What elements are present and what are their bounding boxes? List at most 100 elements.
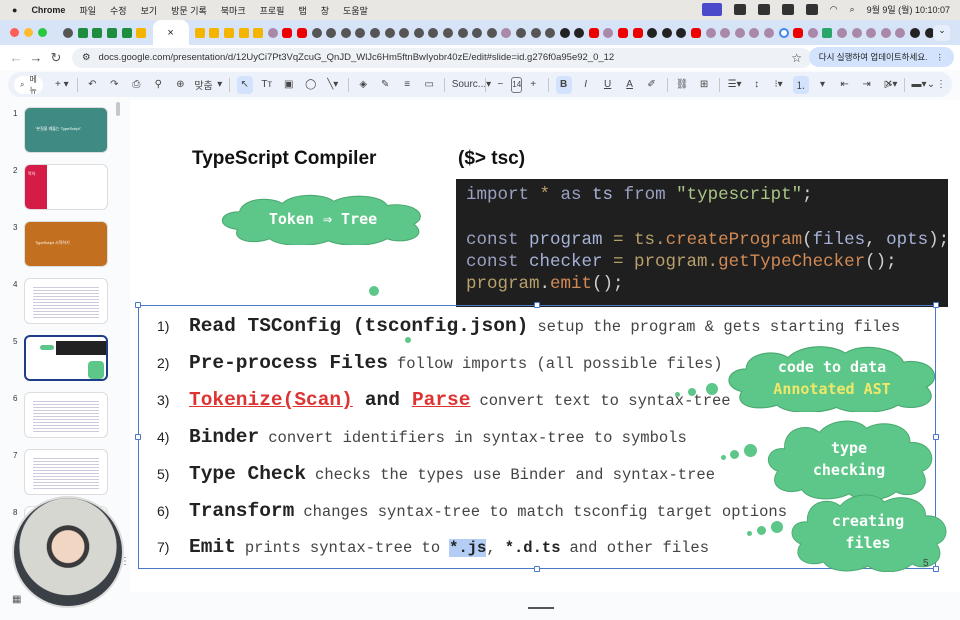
link-icon[interactable]: ⛓ bbox=[674, 76, 690, 94]
zoom-select[interactable]: 맞춤 ▾ bbox=[194, 76, 222, 94]
tab-favicon-misc-icon[interactable] bbox=[880, 27, 891, 38]
font-size-input[interactable]: 14 bbox=[511, 76, 523, 93]
tab-favicon-slide-icon[interactable] bbox=[194, 27, 205, 38]
tab-favicon-misc-icon[interactable] bbox=[720, 27, 731, 38]
tab-favicon-sheet-icon[interactable] bbox=[77, 27, 88, 38]
close-window-button[interactable] bbox=[10, 28, 19, 37]
tab-favicon-slide-icon[interactable] bbox=[136, 27, 147, 38]
tab-favicon-g-icon[interactable] bbox=[778, 27, 789, 38]
tab-favicon-globe-icon[interactable] bbox=[442, 27, 453, 38]
settings-icon[interactable] bbox=[733, 4, 746, 15]
slide-thumbnail[interactable] bbox=[24, 392, 108, 438]
url-input[interactable]: ⚙ docs.google.com/presentation/d/12UyCi7… bbox=[72, 47, 812, 68]
tab-favicon-globe-icon[interactable] bbox=[457, 27, 468, 38]
bold-button[interactable]: B bbox=[555, 75, 572, 94]
glasses-icon[interactable] bbox=[757, 4, 770, 15]
print-icon[interactable]: ⎙ bbox=[128, 76, 144, 94]
site-settings-icon[interactable]: ⚙ bbox=[82, 52, 91, 63]
shape-icon[interactable]: ◯ bbox=[303, 76, 319, 94]
battery-icon[interactable] bbox=[805, 4, 818, 15]
tab-favicon-sheet-icon[interactable] bbox=[121, 27, 132, 38]
highlight-icon[interactable]: ✐ bbox=[644, 76, 660, 94]
tab-favicon-globe-icon[interactable] bbox=[530, 27, 541, 38]
collapse-toolbar-icon[interactable]: ⌄ bbox=[923, 76, 939, 94]
undo-icon[interactable]: ↶ bbox=[84, 76, 100, 94]
increase-font-size-button[interactable]: + bbox=[525, 76, 541, 94]
speaker-notes-handle[interactable] bbox=[528, 607, 554, 609]
update-chrome-button[interactable]: 다시 실행하여 업데이트하세요. ⋮ bbox=[808, 47, 954, 67]
increase-indent-icon[interactable]: ⇥ bbox=[859, 76, 875, 94]
bluetooth-icon[interactable] bbox=[781, 4, 794, 15]
tab-favicon-globe-icon[interactable] bbox=[413, 27, 424, 38]
redo-icon[interactable]: ↷ bbox=[106, 76, 122, 94]
tab-favicon-gh-icon[interactable] bbox=[909, 27, 920, 38]
tab-favicon-gh-icon[interactable] bbox=[924, 27, 933, 38]
italic-button[interactable]: I bbox=[578, 76, 594, 94]
font-select[interactable]: Sourc... ▾ bbox=[452, 76, 492, 94]
tab-favicon-globe-icon[interactable] bbox=[355, 27, 366, 38]
reload-button[interactable]: ↻ bbox=[46, 50, 66, 66]
tab-favicon-globe-icon[interactable] bbox=[369, 27, 380, 38]
tab-favicon-yt-icon[interactable] bbox=[793, 27, 804, 38]
menu-view[interactable]: 보기 bbox=[141, 4, 158, 17]
bookmark-star-icon[interactable]: ☆ bbox=[791, 51, 802, 65]
tab-favicon-slide-icon[interactable] bbox=[224, 27, 235, 38]
slide-thumbnail[interactable] bbox=[24, 449, 108, 495]
tab-favicon-globe-icon[interactable] bbox=[399, 27, 410, 38]
tab-favicon-sheet-icon[interactable] bbox=[92, 27, 103, 38]
menu-profiles[interactable]: 프로필 bbox=[260, 4, 285, 17]
decrease-indent-icon[interactable]: ⇤ bbox=[837, 76, 853, 94]
active-tab[interactable]: × bbox=[152, 20, 189, 45]
new-slide-button[interactable]: + ▾ bbox=[54, 76, 70, 94]
cloud-type-checking[interactable]: type checking bbox=[762, 418, 936, 500]
tab-favicon-misc-icon[interactable] bbox=[764, 27, 775, 38]
menu-bookmarks[interactable]: 북마크 bbox=[221, 4, 246, 17]
tab-favicon-gh-icon[interactable] bbox=[559, 27, 570, 38]
underline-button[interactable]: U bbox=[600, 76, 616, 94]
tab-favicon-gh-icon[interactable] bbox=[647, 27, 658, 38]
menu-search-input[interactable]: ⌕ 메뉴 bbox=[14, 75, 43, 95]
minimize-window-button[interactable] bbox=[24, 28, 33, 37]
selected-text-js[interactable]: *.js bbox=[449, 539, 487, 557]
tab-favicon-misc-icon[interactable] bbox=[851, 27, 862, 38]
more-menu-icon[interactable]: ⋮ bbox=[936, 52, 945, 63]
tab-favicon-yt-icon[interactable] bbox=[618, 27, 629, 38]
tab-favicon-gh-icon[interactable] bbox=[574, 27, 585, 38]
line-spacing-icon[interactable]: ↕ bbox=[749, 76, 765, 94]
numbered-list-icon[interactable]: ⒈ bbox=[792, 75, 809, 94]
tab-favicon-yt-icon[interactable] bbox=[282, 27, 293, 38]
resize-handle[interactable] bbox=[135, 302, 141, 308]
tab-favicon-globe-icon[interactable] bbox=[515, 27, 526, 38]
resize-handle[interactable] bbox=[534, 566, 540, 572]
resize-handle[interactable] bbox=[135, 434, 141, 440]
tab-favicon-yt-icon[interactable] bbox=[632, 27, 643, 38]
tab-favicon-misc-icon[interactable] bbox=[749, 27, 760, 38]
menu-tab[interactable]: 탭 bbox=[298, 4, 306, 17]
tab-favicon-misc-icon[interactable] bbox=[267, 27, 278, 38]
border-weight-icon[interactable]: ≡ bbox=[399, 76, 415, 94]
tab-favicon-globe-icon[interactable] bbox=[311, 27, 322, 38]
image-icon[interactable]: ▣ bbox=[281, 76, 297, 94]
comment-icon[interactable]: ⊞ bbox=[696, 76, 712, 94]
tab-favicon-slide-icon[interactable] bbox=[209, 27, 220, 38]
tab-favicon-globe-icon[interactable] bbox=[545, 27, 556, 38]
bulleted-list-icon[interactable]: ⁝▾ bbox=[771, 76, 787, 94]
tab-favicon-v-icon[interactable] bbox=[822, 27, 833, 38]
tab-favicon-misc-icon[interactable] bbox=[501, 27, 512, 38]
filmstrip-resize-handle[interactable]: ⋮ bbox=[120, 556, 130, 567]
tab-favicon-misc-icon[interactable] bbox=[895, 27, 906, 38]
fill-color-icon[interactable]: ◈ bbox=[355, 76, 371, 94]
tab-favicon-yt-icon[interactable] bbox=[297, 27, 308, 38]
slide-thumbnail[interactable]: 목차 bbox=[24, 164, 108, 210]
decrease-font-size-button[interactable]: − bbox=[492, 76, 508, 94]
cloud-token-tree[interactable]: Token ⇒ Tree bbox=[216, 193, 430, 245]
filmstrip-scrollbar[interactable] bbox=[116, 102, 120, 116]
resize-handle[interactable] bbox=[534, 302, 540, 308]
tab-favicon-gh-icon[interactable] bbox=[661, 27, 672, 38]
menu-window[interactable]: 창 bbox=[321, 4, 329, 17]
tab-favicon-globe-icon[interactable] bbox=[472, 27, 483, 38]
line-icon[interactable]: ╲▾ bbox=[325, 76, 341, 94]
tab-favicon-sheet-icon[interactable] bbox=[107, 27, 118, 38]
tab-favicon-yt-icon[interactable] bbox=[691, 27, 702, 38]
apple-icon[interactable]: ● bbox=[12, 5, 17, 15]
